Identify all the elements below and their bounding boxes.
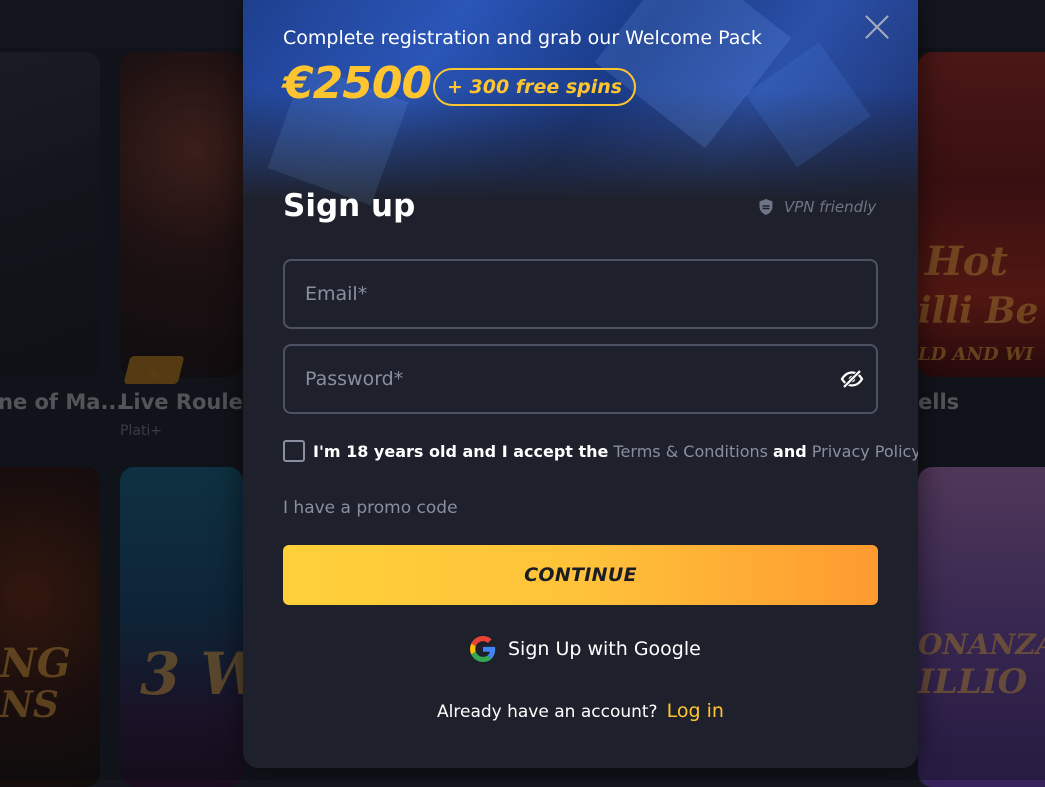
google-signup-label: Sign Up with Google (508, 638, 701, 660)
promo-code-toggle[interactable]: I have a promo code (283, 498, 458, 518)
privacy-link[interactable]: Privacy Policy (812, 442, 918, 461)
email-field[interactable] (283, 259, 878, 329)
signup-modal: Complete registration and grab our Welco… (243, 0, 918, 768)
eye-slash-icon[interactable] (840, 368, 864, 390)
google-signup-button[interactable]: Sign Up with Google (470, 636, 701, 662)
close-icon[interactable] (864, 14, 890, 40)
google-icon (470, 636, 496, 662)
age-terms-row: I'm 18 years old and I accept the Terms … (283, 440, 918, 462)
page-title: Sign up (283, 188, 416, 224)
welcome-text: Complete registration and grab our Welco… (283, 27, 762, 49)
shield-icon (759, 199, 773, 215)
continue-button[interactable]: CONTINUE (283, 545, 878, 605)
vpn-label: VPN friendly (784, 198, 877, 216)
free-spins-badge: + 300 free spins (433, 68, 637, 106)
agree-and: and (773, 441, 807, 461)
terms-link[interactable]: Terms & Conditions (614, 442, 768, 461)
login-link[interactable]: Log in (667, 700, 724, 722)
login-question: Already have an account? (437, 702, 658, 722)
age-terms-checkbox[interactable] (283, 440, 305, 462)
bonus-amount: €2500 (283, 58, 432, 109)
agree-text: I'm 18 years old and I accept the (313, 441, 609, 461)
password-input[interactable] (285, 346, 876, 412)
login-prompt: Already have an account? Log in (243, 700, 918, 722)
password-field[interactable] (283, 344, 878, 414)
vpn-friendly-badge: VPN friendly (758, 198, 876, 216)
email-input[interactable] (285, 261, 876, 327)
